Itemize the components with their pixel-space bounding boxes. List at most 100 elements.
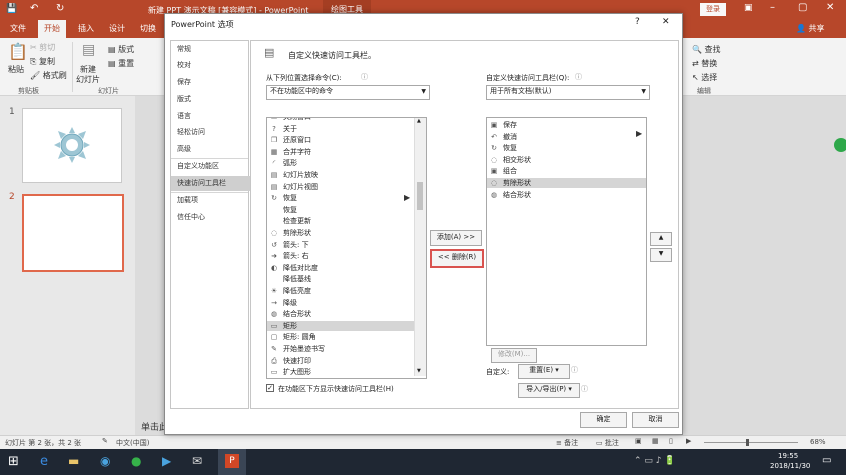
show-below-ribbon-checkbox[interactable]: ✓ — [266, 384, 274, 392]
nav-item-proofing[interactable]: 校对 — [171, 58, 254, 73]
list-item[interactable]: ▦ 合并字符 — [267, 147, 426, 157]
layout-button[interactable]: ▤ 版式 — [108, 44, 134, 55]
maximize-icon[interactable]: ▢ — [798, 2, 807, 13]
comments-button[interactable]: ▭ 批注 — [596, 438, 619, 448]
tray-icons[interactable]: ⌃ ▭ ♪ 🔋 — [634, 456, 676, 466]
reset-slide-button[interactable]: ▤ 重置 — [108, 58, 134, 69]
scroll-up-icon[interactable]: ▲ — [417, 118, 421, 124]
zoom-level[interactable]: 68% — [810, 438, 826, 446]
list-item[interactable]: ◌ 剪除形状 — [267, 228, 426, 238]
scroll-down-icon[interactable]: ▼ — [417, 368, 421, 374]
list-item[interactable]: ◜ 弧形 — [267, 158, 426, 168]
clock-date[interactable]: 2018/11/30 — [770, 462, 810, 470]
list-item[interactable]: ▭ 关闭窗口 — [267, 118, 426, 122]
clock-time[interactable]: 19:55 — [778, 452, 798, 460]
redo-icon[interactable]: ↻ — [56, 3, 64, 14]
list-item[interactable]: ↺ 箭头: 下 — [267, 240, 426, 250]
slide-thumbnail-1[interactable] — [22, 108, 122, 183]
copy-button[interactable]: ⎘ 复制 — [30, 56, 55, 67]
zoom-slider[interactable] — [704, 442, 798, 443]
move-up-button[interactable]: ▲ — [650, 232, 672, 246]
tab-file[interactable]: 文件 — [10, 20, 26, 38]
list-scrollbar[interactable]: ▲ ▼ — [414, 118, 426, 376]
new-slide-icon[interactable]: ▤ — [82, 42, 95, 58]
nav-item-general[interactable]: 常规 — [171, 42, 254, 57]
list-item[interactable]: ◌ 相交形状 — [487, 155, 646, 165]
nav-item-layout[interactable]: 版式 — [171, 92, 254, 107]
zoom-slider-thumb[interactable] — [746, 439, 749, 446]
cancel-button[interactable]: 取消 — [632, 412, 679, 428]
list-item[interactable]: ◌ 剪除形状 — [487, 178, 646, 189]
list-item[interactable]: ◍ 结合形状 — [487, 190, 646, 200]
nav-item-quick-access-toolbar[interactable]: 快速访问工具栏 — [171, 176, 254, 191]
slide-thumbnail-2[interactable] — [22, 194, 124, 272]
nav-item-customize-ribbon[interactable]: 自定义功能区 — [171, 159, 254, 174]
list-item[interactable]: ▭ 矩形 — [267, 320, 426, 332]
notes-button[interactable]: ≡ 备注 — [556, 438, 578, 448]
list-item[interactable]: ◍ 结合形状 — [267, 309, 426, 319]
format-painter-button[interactable]: 🖌 格式刷 — [30, 70, 67, 81]
list-item[interactable]: ➜ 箭头: 右 — [267, 251, 426, 261]
list-item[interactable]: ☀ 降低亮度 — [267, 286, 426, 296]
save-icon[interactable]: 💾 — [6, 4, 17, 14]
find-button[interactable]: 🔍 查找 — [692, 44, 721, 55]
list-item[interactable]: ❐ 还原窗口 — [267, 135, 426, 145]
list-item[interactable]: ▣ 组合 — [487, 166, 646, 176]
slideshow-view-icon[interactable]: ▶ — [686, 437, 691, 445]
media-icon[interactable]: ▶ — [162, 454, 171, 468]
list-item[interactable]: ? 关于 — [267, 124, 426, 134]
nav-item-accessibility[interactable]: 轻松访问 — [171, 125, 254, 140]
remove-button[interactable]: << 删除(R) — [430, 249, 484, 268]
app-icon[interactable]: ● — [131, 454, 141, 468]
nav-item-advanced[interactable]: 高级 — [171, 142, 254, 157]
list-item[interactable]: ▤ 幻灯片视图 — [267, 182, 426, 192]
choose-commands-select[interactable]: 不在功能区中的命令 ▼ — [266, 85, 430, 100]
edge-browser-icon[interactable]: e — [40, 454, 48, 469]
tab-design[interactable]: 设计 — [109, 20, 125, 38]
undo-icon[interactable]: ↶ — [30, 3, 38, 14]
list-item[interactable]: 降低基线 — [267, 274, 426, 284]
list-item[interactable]: → 降级 — [267, 298, 426, 308]
import-export-button[interactable]: 导入/导出(P) ▾ — [518, 383, 580, 398]
customize-toolbar-select[interactable]: 用于所有文档(默认) ▼ — [486, 85, 650, 100]
list-item[interactable]: ▢ 矩形: 圆角 — [267, 332, 426, 342]
list-item[interactable]: ↻ 恢复 — [267, 193, 426, 203]
nav-item-save[interactable]: 保存 — [171, 75, 254, 90]
ok-button[interactable]: 确定 — [580, 412, 627, 428]
list-item[interactable]: 恢复 — [267, 205, 426, 215]
select-button[interactable]: ↖ 选择 — [692, 72, 717, 83]
move-down-button[interactable]: ▼ — [650, 248, 672, 262]
close-window-icon[interactable]: ✕ — [826, 2, 834, 13]
paste-button[interactable]: 粘贴 — [8, 64, 24, 75]
share-button[interactable]: 👤 共享 — [796, 23, 825, 34]
list-item[interactable]: ◐ 降低对比度 — [267, 263, 426, 273]
windows-start-icon[interactable]: ⊞ — [8, 454, 19, 469]
minimize-icon[interactable]: – — [770, 2, 775, 13]
available-commands-list[interactable]: ▭ 关闭窗口 ? 关于 ❐ 还原窗口 ▦ 合并字符 ◜ 弧形 ▤ 幻灯片放映 ▤ 幻灯片视图 ↻ 恢复恢复 检查… — [266, 117, 427, 379]
list-item[interactable]: 检查更新 — [267, 216, 426, 226]
powerpoint-taskbar-button[interactable]: P — [218, 449, 246, 475]
cut-button[interactable]: ✂ 剪切 — [30, 42, 55, 53]
list-item[interactable]: ✎ 开始墨迹书写 — [267, 344, 426, 354]
nav-item-trust-center[interactable]: 信任中心 — [171, 210, 254, 225]
reset-button[interactable]: 重置(E) ▾ — [518, 364, 570, 379]
normal-view-icon[interactable]: ▣ — [635, 437, 642, 445]
mail-icon[interactable]: ✉ — [192, 454, 202, 468]
scrollbar-thumb[interactable] — [417, 182, 423, 210]
modify-button[interactable]: 修改(M)... — [491, 348, 537, 363]
nav-item-add-ins[interactable]: 加载项 — [171, 193, 254, 208]
list-item[interactable]: ⎙ 快速打印 — [267, 356, 426, 366]
tab-home[interactable]: 开始 — [38, 20, 66, 38]
new-slide-button-2[interactable]: 幻灯片 — [76, 74, 100, 85]
sorter-view-icon[interactable]: ▦ — [652, 437, 659, 445]
browser-icon[interactable]: ◉ — [100, 454, 110, 468]
list-item[interactable]: ▭ 扩大图形 — [267, 367, 426, 377]
help-button[interactable]: ? — [635, 17, 640, 27]
close-dialog-button[interactable]: ✕ — [662, 17, 670, 27]
notification-icon[interactable]: ▭ — [822, 455, 831, 466]
file-explorer-icon[interactable]: ▬ — [68, 454, 79, 468]
paste-icon[interactable]: 📋 — [8, 42, 28, 61]
list-item[interactable]: ▤ 幻灯片放映 — [267, 170, 426, 180]
add-button[interactable]: 添加(A) >> — [430, 230, 482, 246]
login-button[interactable]: 登录 — [700, 3, 726, 16]
